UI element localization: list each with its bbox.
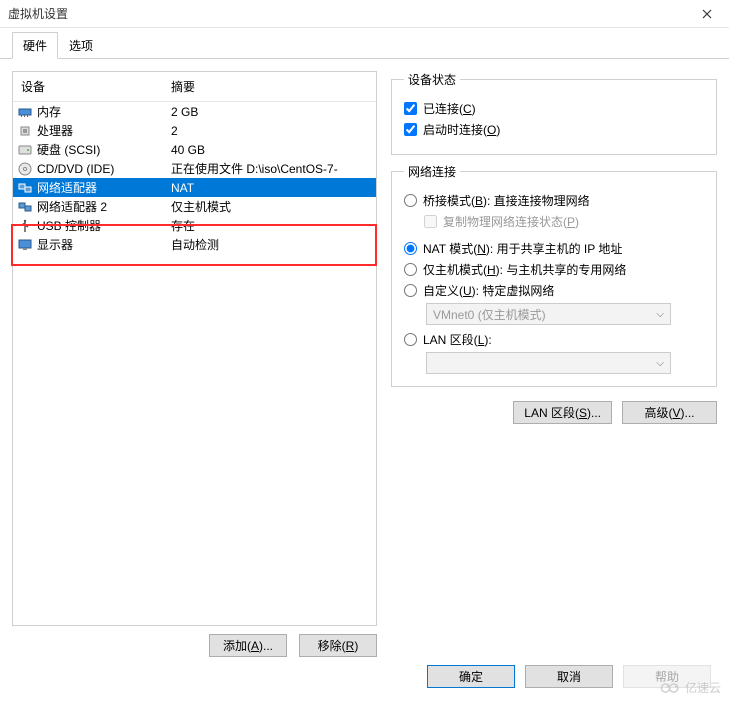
window-title: 虚拟机设置 — [8, 5, 68, 22]
connected-label: 已连接(C) — [423, 100, 476, 117]
device-label: 显示器 — [37, 236, 171, 253]
bridged-label: 桥接模式(B): 直接连接物理网络 — [423, 192, 590, 209]
connected-checkbox[interactable] — [404, 102, 417, 115]
device-row[interactable]: 网络适配器 2仅主机模式 — [13, 197, 376, 216]
replicate-checkbox — [424, 215, 437, 228]
ok-button[interactable]: 确定 — [427, 665, 515, 688]
device-summary: NAT — [171, 181, 372, 195]
hostonly-row[interactable]: 仅主机模式(H): 与主机共享的专用网络 — [404, 261, 704, 278]
chevron-down-icon: ⌵ — [656, 358, 664, 369]
display-icon — [17, 237, 33, 253]
device-label: 网络适配器 2 — [37, 198, 171, 215]
lansegment-label: LAN 区段(L): — [423, 331, 492, 348]
device-summary: 正在使用文件 D:\iso\CentOS-7- — [171, 160, 372, 177]
device-label: 硬盘 (SCSI) — [37, 141, 171, 158]
disk-icon — [17, 142, 33, 158]
replicate-row: 复制物理网络连接状态(P) — [424, 213, 704, 230]
device-summary: 自动检测 — [171, 236, 372, 253]
replicate-label: 复制物理网络连接状态(P) — [443, 213, 579, 230]
cancel-button[interactable]: 取消 — [525, 665, 613, 688]
device-label: 网络适配器 — [37, 179, 171, 196]
lan-segment-button[interactable]: LAN 区段(S)... — [513, 401, 612, 424]
device-status-group: 设备状态 已连接(C) 启动时连接(O) — [391, 71, 717, 155]
tab-strip: 硬件 选项 — [0, 28, 729, 59]
device-label: CD/DVD (IDE) — [37, 162, 171, 176]
device-row[interactable]: 网络适配器NAT — [13, 178, 376, 197]
advanced-button[interactable]: 高级(V)... — [622, 401, 717, 424]
net-icon — [17, 180, 33, 196]
device-summary: 2 GB — [171, 105, 372, 119]
device-summary: 2 — [171, 124, 372, 138]
bridged-radio[interactable] — [404, 194, 417, 207]
device-row[interactable]: 显示器自动检测 — [13, 235, 376, 254]
device-summary: 40 GB — [171, 143, 372, 157]
lansegment-radio[interactable] — [404, 333, 417, 346]
remove-button[interactable]: 移除(R) — [299, 634, 377, 657]
tab-hardware[interactable]: 硬件 — [12, 32, 58, 59]
nat-row[interactable]: NAT 模式(N): 用于共享主机的 IP 地址 — [404, 240, 704, 257]
right-panel: 设备状态 已连接(C) 启动时连接(O) 网络连接 桥接模式(B): 直接连接物… — [391, 71, 717, 657]
connect-poweron-row[interactable]: 启动时连接(O) — [404, 121, 704, 138]
close-icon — [702, 9, 712, 19]
connected-row[interactable]: 已连接(C) — [404, 100, 704, 117]
watermark-icon — [660, 681, 682, 695]
right-button-row: LAN 区段(S)... 高级(V)... — [391, 401, 717, 424]
header-device: 设备 — [21, 78, 171, 95]
custom-dropdown-value: VMnet0 (仅主机模式) — [433, 306, 546, 323]
chevron-down-icon: ⌵ — [656, 309, 664, 320]
network-group: 网络连接 桥接模式(B): 直接连接物理网络 复制物理网络连接状态(P) NAT… — [391, 163, 717, 387]
add-button[interactable]: 添加(A)... — [209, 634, 287, 657]
usb-icon — [17, 218, 33, 234]
device-row[interactable]: CD/DVD (IDE)正在使用文件 D:\iso\CentOS-7- — [13, 159, 376, 178]
hostonly-label: 仅主机模式(H): 与主机共享的专用网络 — [423, 261, 626, 278]
device-row[interactable]: 硬盘 (SCSI)40 GB — [13, 140, 376, 159]
cpu-icon — [17, 123, 33, 139]
device-label: 处理器 — [37, 122, 171, 139]
titlebar: 虚拟机设置 — [0, 0, 729, 28]
cd-icon — [17, 161, 33, 177]
connect-poweron-checkbox[interactable] — [404, 123, 417, 136]
network-title: 网络连接 — [404, 163, 460, 180]
left-panel: 设备 摘要 内存2 GB处理器2硬盘 (SCSI)40 GBCD/DVD (ID… — [12, 71, 377, 657]
device-label: USB 控制器 — [37, 217, 171, 234]
header-summary: 摘要 — [171, 78, 366, 95]
watermark-text: 亿速云 — [685, 679, 721, 696]
device-list[interactable]: 设备 摘要 内存2 GB处理器2硬盘 (SCSI)40 GBCD/DVD (ID… — [12, 71, 377, 626]
content-area: 设备 摘要 内存2 GB处理器2硬盘 (SCSI)40 GBCD/DVD (ID… — [0, 59, 729, 669]
device-row[interactable]: USB 控制器存在 — [13, 216, 376, 235]
custom-row[interactable]: 自定义(U): 特定虚拟网络 — [404, 282, 704, 299]
list-header: 设备 摘要 — [13, 72, 376, 102]
watermark: 亿速云 — [660, 679, 721, 696]
tab-options[interactable]: 选项 — [58, 32, 104, 59]
device-summary: 仅主机模式 — [171, 198, 372, 215]
device-row[interactable]: 处理器2 — [13, 121, 376, 140]
bridged-row[interactable]: 桥接模式(B): 直接连接物理网络 — [404, 192, 704, 209]
lansegment-row[interactable]: LAN 区段(L): — [404, 331, 704, 348]
close-button[interactable] — [684, 0, 729, 28]
custom-dropdown: VMnet0 (仅主机模式) ⌵ — [426, 303, 671, 325]
device-label: 内存 — [37, 103, 171, 120]
left-button-row: 添加(A)... 移除(R) — [12, 626, 377, 657]
custom-label: 自定义(U): 特定虚拟网络 — [423, 282, 554, 299]
connect-poweron-label: 启动时连接(O) — [423, 121, 500, 138]
memory-icon — [17, 104, 33, 120]
net-icon — [17, 199, 33, 215]
lansegment-dropdown: ⌵ — [426, 352, 671, 374]
device-summary: 存在 — [171, 217, 372, 234]
hostonly-radio[interactable] — [404, 263, 417, 276]
device-status-title: 设备状态 — [404, 71, 460, 88]
nat-radio[interactable] — [404, 242, 417, 255]
device-row[interactable]: 内存2 GB — [13, 102, 376, 121]
nat-label: NAT 模式(N): 用于共享主机的 IP 地址 — [423, 240, 622, 257]
custom-radio[interactable] — [404, 284, 417, 297]
